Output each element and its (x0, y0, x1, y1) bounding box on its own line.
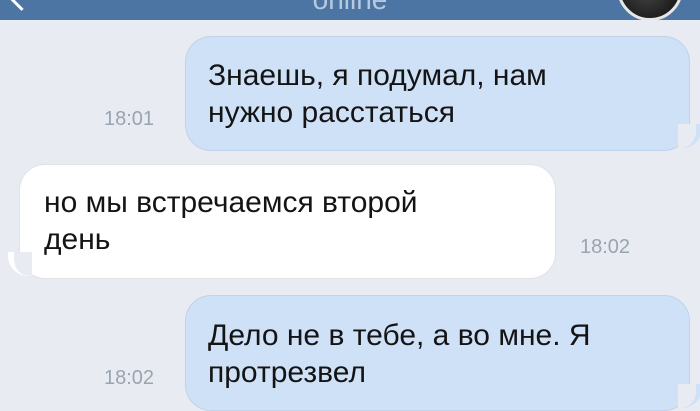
incoming-message-bubble[interactable]: но мы встречаемся второй день (19, 164, 556, 279)
contact-avatar[interactable] (617, 0, 683, 20)
message-text: Знаешь, я подумал, нам нужно расстаться (208, 59, 547, 129)
bubble-tail (8, 252, 32, 276)
message-text: Дело не в тебе, а во мне. Я протрезвел (208, 319, 591, 389)
chat-header: online (0, 0, 700, 20)
message-time: 18:02 (104, 367, 155, 389)
bubble-tail (678, 384, 700, 408)
message-time: 18:01 (104, 108, 155, 130)
message-list[interactable]: Знаешь, я подумал, нам нужно расстаться … (0, 20, 700, 411)
outgoing-message-bubble[interactable]: Дело не в тебе, а во мне. Я протрезвел (185, 295, 690, 411)
outgoing-message-bubble[interactable]: Знаешь, я подумал, нам нужно расстаться (185, 36, 690, 151)
message-time: 18:02 (580, 236, 631, 258)
contact-status: online (0, 0, 700, 14)
message-text: но мы встречаемся второй день (44, 186, 418, 256)
bubble-tail (678, 124, 700, 148)
